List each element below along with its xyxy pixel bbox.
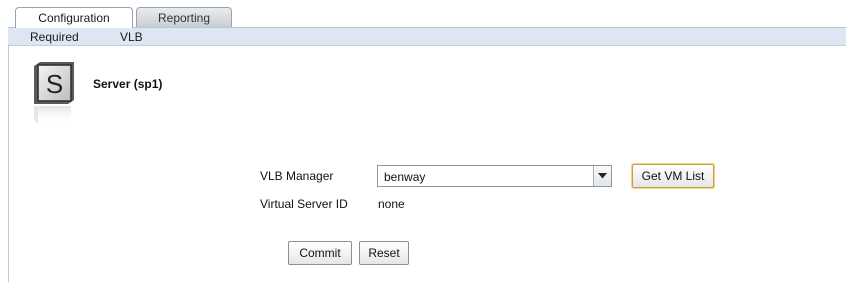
tab-configuration[interactable]: Configuration [15,7,133,28]
tab-bar: Configuration Reporting [0,0,846,28]
content-border [8,46,9,282]
vlb-manager-select[interactable]: benway [377,165,612,187]
vlb-manager-selected-value: benway [384,170,426,184]
virtual-server-id-label: Virtual Server ID [260,197,348,211]
server-title: Server (sp1) [93,77,163,91]
dropdown-arrow-icon[interactable] [593,166,611,186]
virtual-server-id-value: none [378,197,405,211]
server-s-icon: S [30,60,80,132]
get-vm-list-button[interactable]: Get VM List [632,164,714,188]
reset-button[interactable]: Reset [359,241,409,265]
commit-button[interactable]: Commit [288,241,352,265]
vlb-manager-label: VLB Manager [260,169,334,183]
svg-text:S: S [46,69,63,99]
subnav-item-vlb[interactable]: VLB [120,30,143,44]
subnav-item-required[interactable]: Required [30,30,79,44]
sub-navigation: Required VLB [8,27,846,46]
tab-reporting[interactable]: Reporting [136,7,232,27]
